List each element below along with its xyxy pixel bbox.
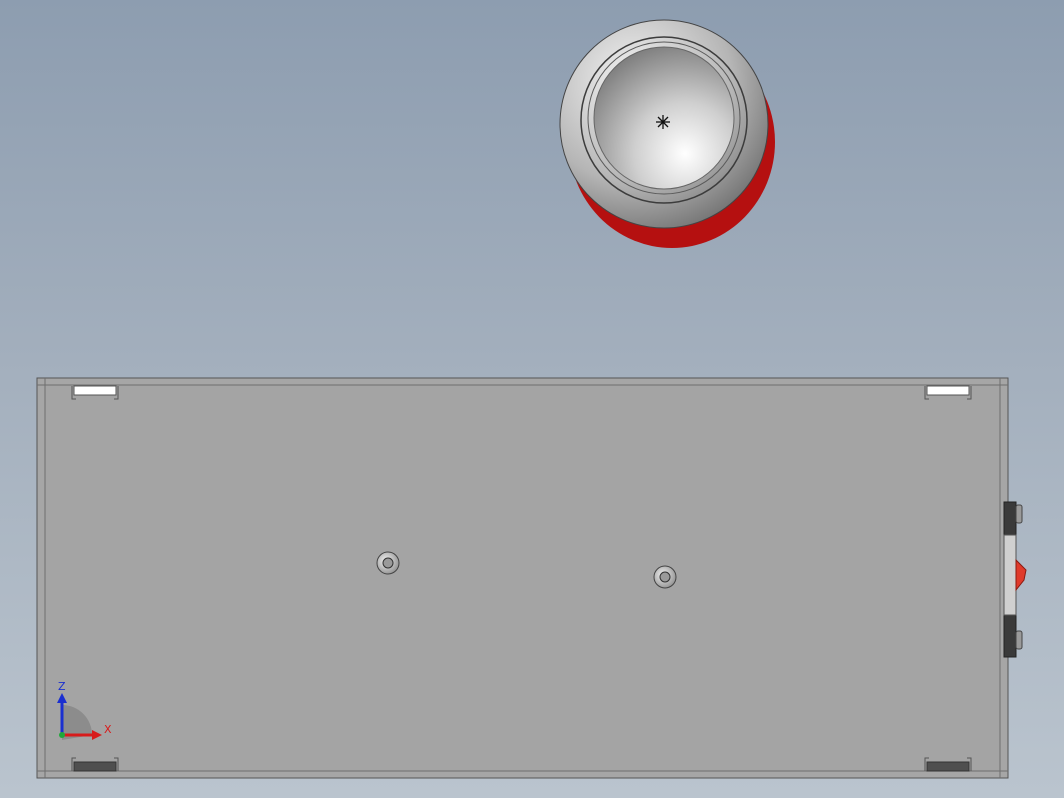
enclosure-top-plate	[44, 384, 1001, 772]
screw-right	[653, 565, 677, 589]
cad-viewport[interactable]: Z X	[0, 0, 1064, 798]
enclosure-part[interactable]	[36, 377, 1027, 779]
screw-left	[376, 551, 400, 575]
can-lid	[593, 46, 735, 190]
z-axis-label: Z	[58, 680, 66, 693]
can-part[interactable]	[559, 19, 775, 248]
x-axis-label: X	[104, 723, 112, 736]
rocker-switch	[1003, 501, 1027, 658]
y-axis-dot	[59, 732, 65, 738]
can-center-mark	[656, 115, 670, 129]
